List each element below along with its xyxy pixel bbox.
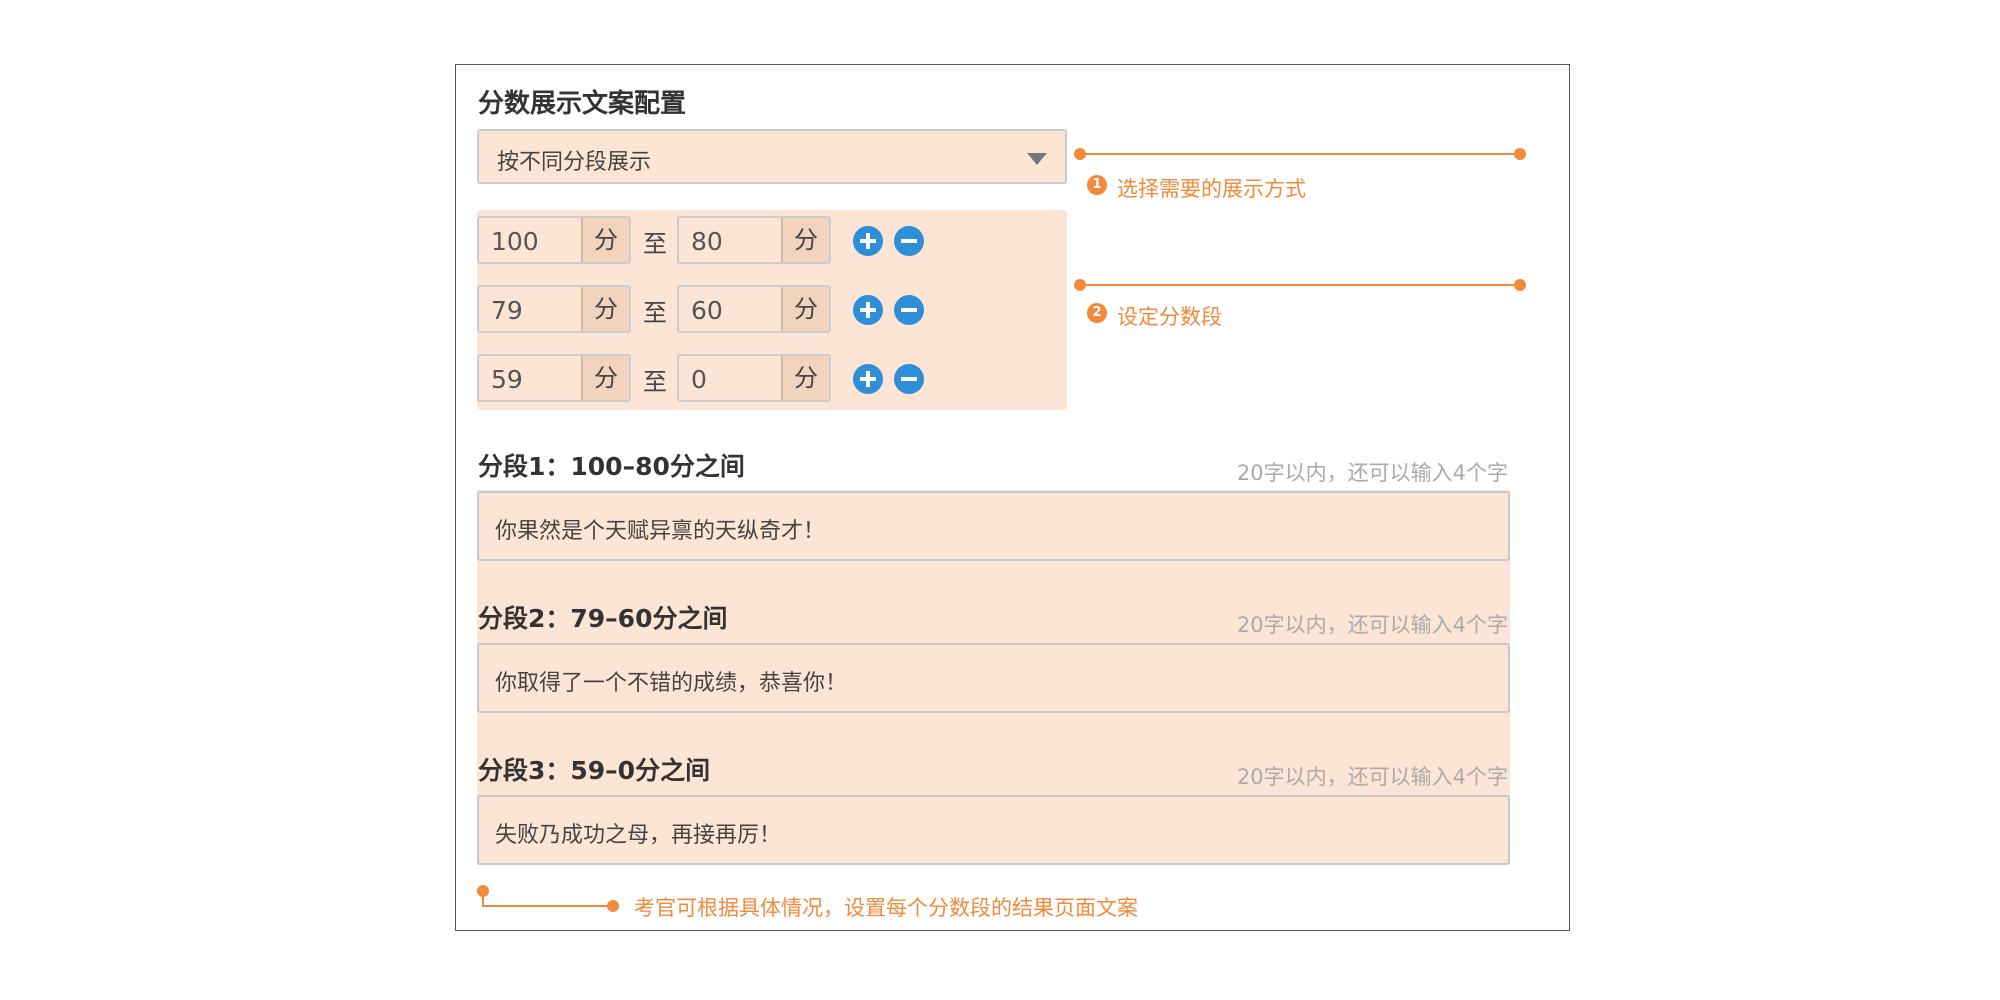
annotation-step1-text: 选择需要的展示方式: [1117, 177, 1306, 201]
range-to-label: 至: [643, 230, 667, 258]
score-range-list: 100 分 至 80 分 79 分 至 60 分 59 分 至 0 分: [477, 210, 1067, 410]
step-badge-2: 2: [1087, 303, 1107, 323]
segment-text-input[interactable]: 你果然是个天赋异禀的天纵奇才！: [477, 491, 1510, 561]
caret-down-icon: [1027, 153, 1047, 165]
segment-label: 分段2：79–60分之间: [478, 604, 728, 633]
annotation-bottom-text: 考官可根据具体情况，设置每个分数段的结果页面文案: [634, 896, 1138, 920]
display-mode-value: 按不同分段展示: [497, 150, 652, 175]
annotation-step2-text: 设定分数段: [1117, 305, 1222, 329]
char-limit-hint: 20字以内，还可以输入4个字: [1236, 765, 1508, 789]
remove-range-minus-icon[interactable]: [894, 226, 924, 256]
annotation-line: [482, 905, 612, 907]
char-limit-hint: 20字以内，还可以输入4个字: [1236, 461, 1508, 485]
add-range-plus-icon[interactable]: [853, 226, 883, 256]
range-from-input[interactable]: 59 分: [477, 354, 631, 402]
annotation-dot: [1514, 279, 1526, 291]
range-to-input[interactable]: 80 分: [677, 216, 831, 264]
annotation-line: [482, 891, 484, 906]
segment-label: 分段1：100–80分之间: [478, 452, 745, 481]
score-range-row: 59 分 至 0 分: [477, 354, 1067, 402]
remove-range-minus-icon[interactable]: [894, 295, 924, 325]
annotation-line: [1080, 153, 1520, 155]
range-to-label: 至: [643, 368, 667, 396]
add-range-plus-icon[interactable]: [853, 295, 883, 325]
range-from-input[interactable]: 100 分: [477, 216, 631, 264]
step-badge-1: 1: [1087, 175, 1107, 195]
annotation-dot: [607, 900, 619, 912]
range-to-input[interactable]: 0 分: [677, 354, 831, 402]
display-mode-select[interactable]: 按不同分段展示: [477, 129, 1067, 184]
range-to-label: 至: [643, 299, 667, 327]
annotation-dot: [1514, 148, 1526, 160]
panel-title: 分数展示文案配置: [478, 89, 687, 119]
add-range-plus-icon[interactable]: [853, 364, 883, 394]
segment-text-input[interactable]: 你取得了一个不错的成绩，恭喜你！: [477, 643, 1510, 713]
score-range-row: 79 分 至 60 分: [477, 285, 1067, 333]
range-from-input[interactable]: 79 分: [477, 285, 631, 333]
char-limit-hint: 20字以内，还可以输入4个字: [1236, 613, 1508, 637]
score-range-row: 100 分 至 80 分: [477, 216, 1067, 264]
range-to-input[interactable]: 60 分: [677, 285, 831, 333]
segment-label: 分段3：59–0分之间: [478, 756, 711, 785]
remove-range-minus-icon[interactable]: [894, 364, 924, 394]
annotation-line: [1080, 284, 1520, 286]
segment-text-input[interactable]: 失败乃成功之母，再接再厉！: [477, 795, 1510, 865]
